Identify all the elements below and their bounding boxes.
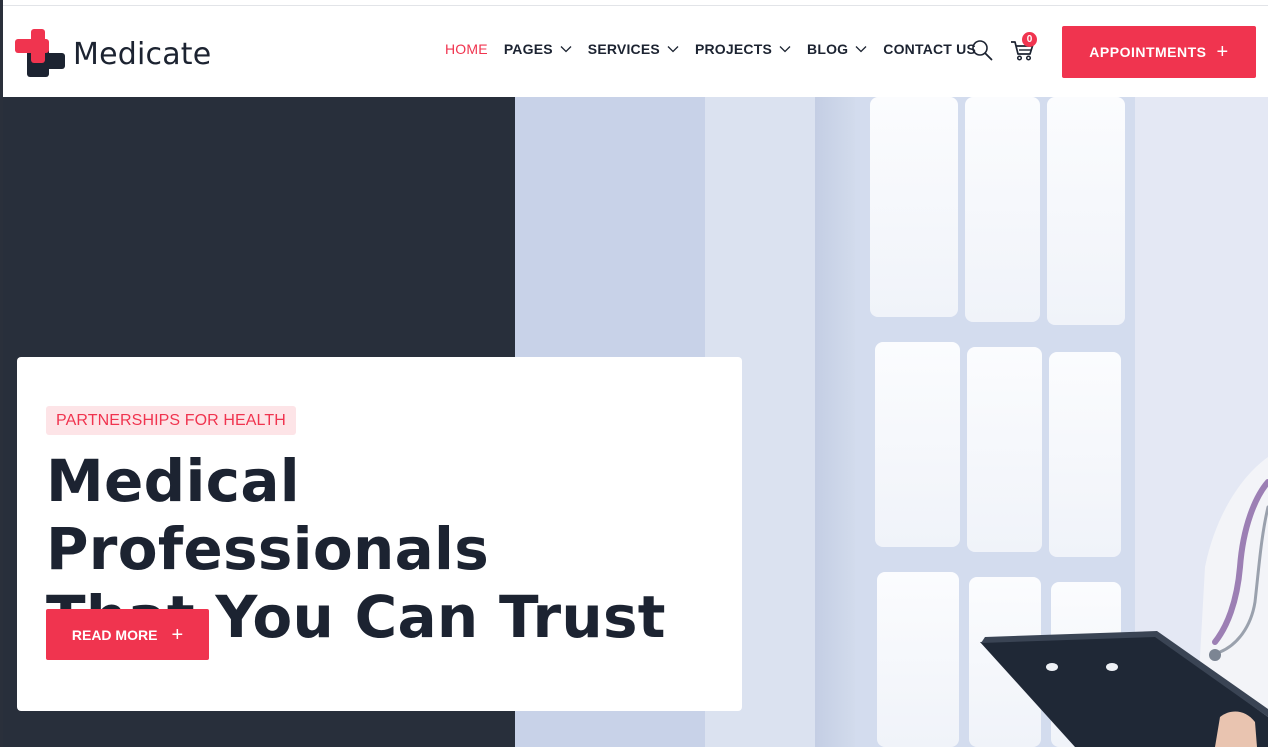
nav-item-label: SERVICES bbox=[587, 41, 660, 57]
window-left-edge bbox=[0, 0, 3, 747]
chevron-down-icon bbox=[560, 46, 572, 53]
plus-icon: + bbox=[1216, 41, 1229, 63]
main-nav: HOME PAGES SERVICES PROJECTS BLOG CONTAC… bbox=[445, 41, 976, 57]
site-logo[interactable]: Medicate bbox=[15, 29, 211, 79]
site-header: Medicate HOME PAGES SERVICES PROJECTS BL… bbox=[3, 7, 1268, 97]
read-more-label: READ MORE bbox=[71, 626, 158, 643]
appointments-button-label: APPOINTMENTS bbox=[1089, 44, 1207, 60]
nav-item-projects[interactable]: PROJECTS bbox=[695, 41, 791, 57]
hero-card: PARTNERSHIPS FOR HEALTH Medical Professi… bbox=[17, 357, 742, 711]
nav-item-label: PAGES bbox=[503, 41, 553, 57]
cart-count-badge: 0 bbox=[1022, 32, 1037, 47]
nav-item-contact-us[interactable]: CONTACT US bbox=[883, 41, 976, 57]
nav-item-label: PROJECTS bbox=[694, 41, 773, 57]
nav-item-label: CONTACT US bbox=[883, 41, 976, 57]
read-more-button[interactable]: READ MORE + bbox=[46, 609, 209, 660]
appointments-button[interactable]: APPOINTMENTS + bbox=[1062, 26, 1256, 78]
nav-item-services[interactable]: SERVICES bbox=[588, 41, 679, 57]
hero-headline-line-1: Medical Professionals bbox=[46, 447, 490, 583]
nav-item-label: HOME bbox=[445, 41, 488, 57]
nav-item-blog[interactable]: BLOG bbox=[807, 41, 867, 57]
chevron-down-icon bbox=[779, 46, 791, 53]
nav-item-label: BLOG bbox=[807, 41, 849, 57]
brand-name: Medicate bbox=[73, 36, 212, 72]
plus-icon: + bbox=[171, 623, 184, 646]
browser-top-edge bbox=[0, 0, 1268, 6]
nav-item-pages[interactable]: PAGES bbox=[504, 41, 572, 57]
chevron-down-icon bbox=[667, 46, 679, 53]
medical-cross-logo-icon bbox=[15, 29, 65, 77]
hero-tagline: PARTNERSHIPS FOR HEALTH bbox=[46, 406, 296, 435]
chevron-down-icon bbox=[855, 46, 867, 53]
nav-item-home[interactable]: HOME bbox=[445, 41, 488, 57]
search-icon[interactable] bbox=[971, 39, 993, 61]
